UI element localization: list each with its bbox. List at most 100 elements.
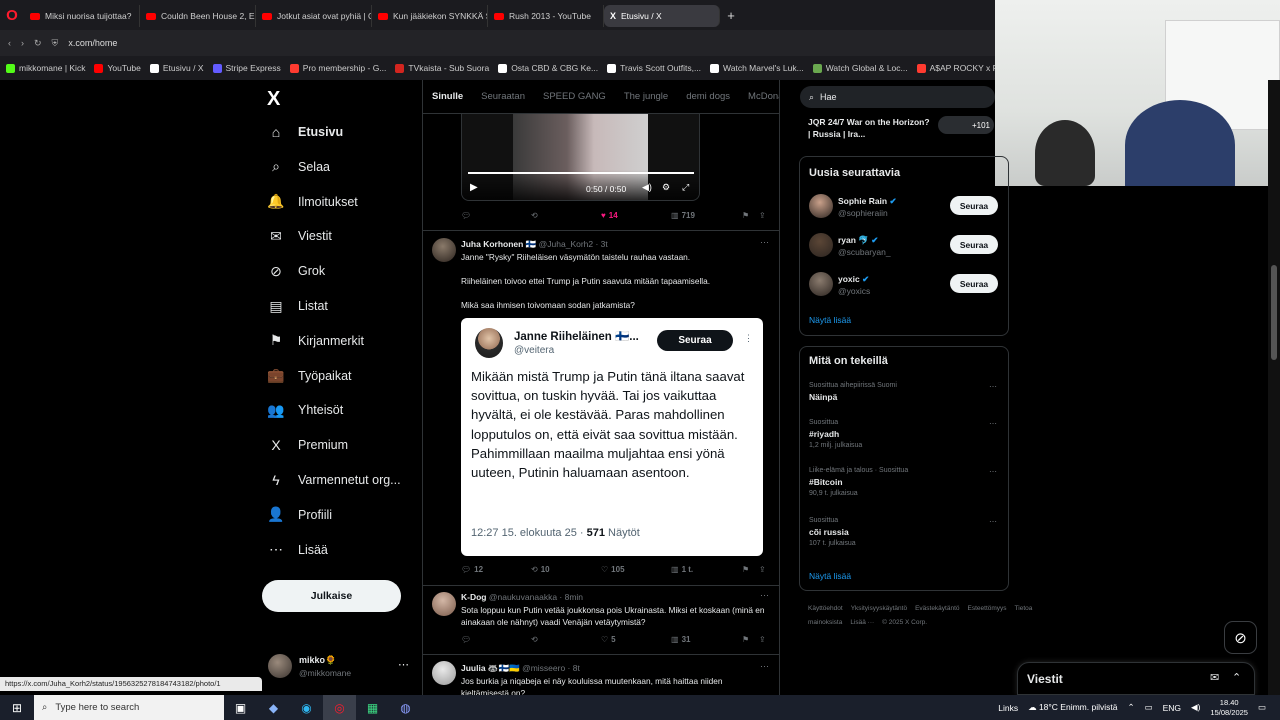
nav-item-explore[interactable]: ⌕ Selaa — [268, 158, 330, 175]
hp-icon[interactable]: ◆ — [257, 701, 290, 715]
tab-sinulle[interactable]: Sinulle — [432, 91, 463, 102]
tray-chevron-icon[interactable]: ⌃ — [1127, 702, 1134, 713]
suggestion-name[interactable]: yoxic ✔ — [838, 274, 869, 285]
reply-icon[interactable]: 💬︎ — [461, 211, 474, 220]
settings-gear-icon[interactable]: ⚙ — [662, 182, 670, 193]
tab-the-jungle[interactable]: The jungle — [624, 91, 668, 102]
links-label[interactable]: Links — [998, 703, 1018, 713]
bookmark-item[interactable]: YouTube — [94, 63, 141, 73]
nav-item-verified-orgs[interactable]: ϟ Varmennetut org... — [268, 472, 400, 488]
nav-item-jobs[interactable]: 💼 Työpaikat — [267, 367, 351, 384]
views-icon[interactable]: ▥ 1 t. — [671, 565, 693, 574]
suggestion-name[interactable]: Sophie Rain ✔ — [838, 196, 897, 207]
repost-icon[interactable]: ⟲ — [531, 211, 541, 220]
discord-icon[interactable]: ◍ — [389, 701, 422, 715]
volume-icon[interactable]: ◀) — [642, 182, 652, 193]
tab-speed-gang[interactable]: SPEED GANG — [543, 91, 606, 102]
tab-demi-dogs[interactable]: demi dogs — [686, 91, 730, 102]
play-icon[interactable]: ▶ — [470, 182, 478, 193]
nav-item-notifications[interactable]: 🔔 Ilmoitukset — [267, 193, 357, 210]
fullscreen-icon[interactable]: ⤢ — [682, 182, 689, 193]
more-icon[interactable]: ⋯ — [989, 419, 997, 428]
nav-item-grok[interactable]: ⊘ Grok — [268, 263, 325, 279]
browser-tab[interactable]: X Etusivu / X — [604, 5, 720, 27]
volume-icon[interactable]: ◀) — [1191, 702, 1200, 713]
x-logo-icon[interactable]: X — [267, 88, 280, 111]
follow-button[interactable]: Seuraa — [950, 274, 998, 293]
nav-item-home[interactable]: ⌂ Etusivu — [268, 124, 343, 140]
more-icon[interactable]: ⋯ — [760, 237, 769, 248]
grok-icon[interactable]: ⊘ — [1224, 621, 1257, 654]
scrollbar-thumb[interactable] — [1271, 265, 1277, 360]
bookmark-icon[interactable]: ⚑ — [742, 635, 749, 644]
task-view-icon[interactable]: ▣ — [224, 701, 257, 715]
nav-item-messages[interactable]: ✉ Viestit — [268, 228, 332, 244]
bookmark-item[interactable]: mikkomane | Kick — [6, 63, 85, 73]
app-green-icon[interactable]: ▦ — [356, 701, 389, 715]
share-icon[interactable]: ⇪ — [759, 635, 766, 644]
post-button[interactable]: Julkaise — [262, 580, 401, 612]
nav-item-more[interactable]: ⋯ Lisää — [268, 541, 328, 558]
like-icon[interactable]: ♡ 5 — [601, 635, 616, 644]
avatar[interactable] — [809, 233, 833, 257]
share-icon[interactable]: ⇪ — [759, 565, 766, 574]
avatar[interactable] — [432, 661, 456, 685]
footer-link[interactable]: Lisää ··· — [850, 619, 874, 626]
new-tab-button[interactable]: + — [720, 8, 742, 23]
live-space[interactable]: JQR 24/7 War on the Horizon? | Russia | … — [808, 116, 995, 144]
edge-icon[interactable]: ◉ — [290, 701, 323, 715]
bookmark-item[interactable]: Watch Marvel's Luk... — [710, 63, 804, 73]
account-switcher[interactable]: mikko🌻 @mikkomane ⋯ — [268, 652, 418, 682]
clock[interactable]: 18.40 15/08/2025 — [1210, 698, 1248, 718]
trend-item[interactable]: Liike-elämä ja talous · Suosittua #Bitcoi… — [809, 467, 1001, 497]
bookmark-icon[interactable]: ⚑ — [742, 565, 749, 574]
post-author[interactable]: K-Dog @naukuvanaakka · 8min — [461, 592, 583, 602]
tab-mcdonal[interactable]: McDonal — [748, 91, 779, 102]
trend-item[interactable]: Suosittua aihepiirissä Suomi Näinpä ⋯ — [809, 382, 1001, 402]
share-icon[interactable]: ⇪ — [759, 211, 766, 220]
video-player[interactable]: ▶ 0:50 / 0:50 ◀) ⚙ ⤢ — [461, 114, 700, 201]
bookmark-item[interactable]: Travis Scott Outfits,... — [607, 63, 701, 73]
trend-item[interactable]: Suosittua #riyadh 1,2 milj. julkaisua ⋯ — [809, 419, 1001, 449]
bookmark-item[interactable]: Osta CBD & CBG Ke... — [498, 63, 598, 73]
footer-link[interactable]: Käyttöehdot — [808, 605, 843, 612]
reload-icon[interactable]: ↻ — [34, 38, 42, 49]
browser-tab[interactable]: Rush 2013 - YouTube — [488, 5, 604, 27]
browser-tab[interactable]: Couldn Been House 2, Ep — [140, 5, 256, 27]
follow-button[interactable]: Seuraa — [950, 235, 998, 254]
avatar[interactable] — [809, 194, 833, 218]
new-message-icon[interactable]: ✉ — [1210, 671, 1219, 684]
more-icon[interactable]: ⋯ — [989, 382, 997, 391]
bookmark-item[interactable]: Watch Global & Loc... — [812, 63, 908, 73]
video-progress-bar[interactable] — [468, 172, 694, 174]
footer-link[interactable]: © 2025 X Corp. — [882, 619, 927, 626]
taskbar-search[interactable]: ⌕ Type here to search — [34, 695, 224, 720]
browser-tab[interactable]: Kun jääkiekon SYNKKÄ SA — [372, 5, 488, 27]
bookmark-item[interactable]: Pro membership - G... — [289, 63, 386, 73]
avatar[interactable] — [432, 592, 456, 616]
footer-link[interactable]: Evästekäytäntö — [915, 605, 959, 612]
views-icon[interactable]: ▥ 719 — [671, 211, 695, 220]
post-author[interactable]: Juulia 🦝🇫🇮🇺🇦 @misseero · 8t — [461, 663, 580, 674]
like-icon[interactable]: ♡ 105 — [601, 565, 625, 574]
show-more-link[interactable]: Näytä lisää — [809, 315, 851, 325]
bookmark-item[interactable]: Etusivu / X — [149, 63, 204, 73]
bookmark-item[interactable]: TVkaista - Sub Suora — [395, 63, 489, 73]
opera-logo-icon[interactable]: O — [0, 0, 24, 30]
footer-link[interactable]: Yksityisyyskäytäntö — [851, 605, 907, 612]
more-icon[interactable]: ⋯ — [398, 658, 409, 671]
trend-item[interactable]: Suosittua cõi russia 107 t. julkaisua ⋯ — [809, 517, 1001, 547]
follow-button[interactable]: Seuraa — [950, 196, 998, 215]
repost-icon[interactable]: ⟲ 10 — [531, 565, 550, 574]
browser-tab[interactable]: Jotkut asiat ovat pyhiä | O — [256, 5, 372, 27]
url-field[interactable]: x.com/home — [68, 38, 117, 48]
nav-item-lists[interactable]: ▤ Listat — [268, 298, 328, 314]
nav-item-profile[interactable]: 👤 Profiili — [267, 506, 332, 523]
page-scrollbar[interactable] — [1268, 80, 1280, 695]
avatar[interactable] — [432, 238, 456, 262]
post-author[interactable]: Juha Korhonen 🇫🇮 @Juha_Korh2 · 3t — [461, 239, 608, 250]
expand-icon[interactable]: ⌃ — [1232, 671, 1241, 684]
language[interactable]: ENG — [1163, 703, 1181, 713]
forward-icon[interactable]: › — [21, 38, 24, 48]
reply-icon[interactable]: 💬︎ — [461, 635, 474, 644]
